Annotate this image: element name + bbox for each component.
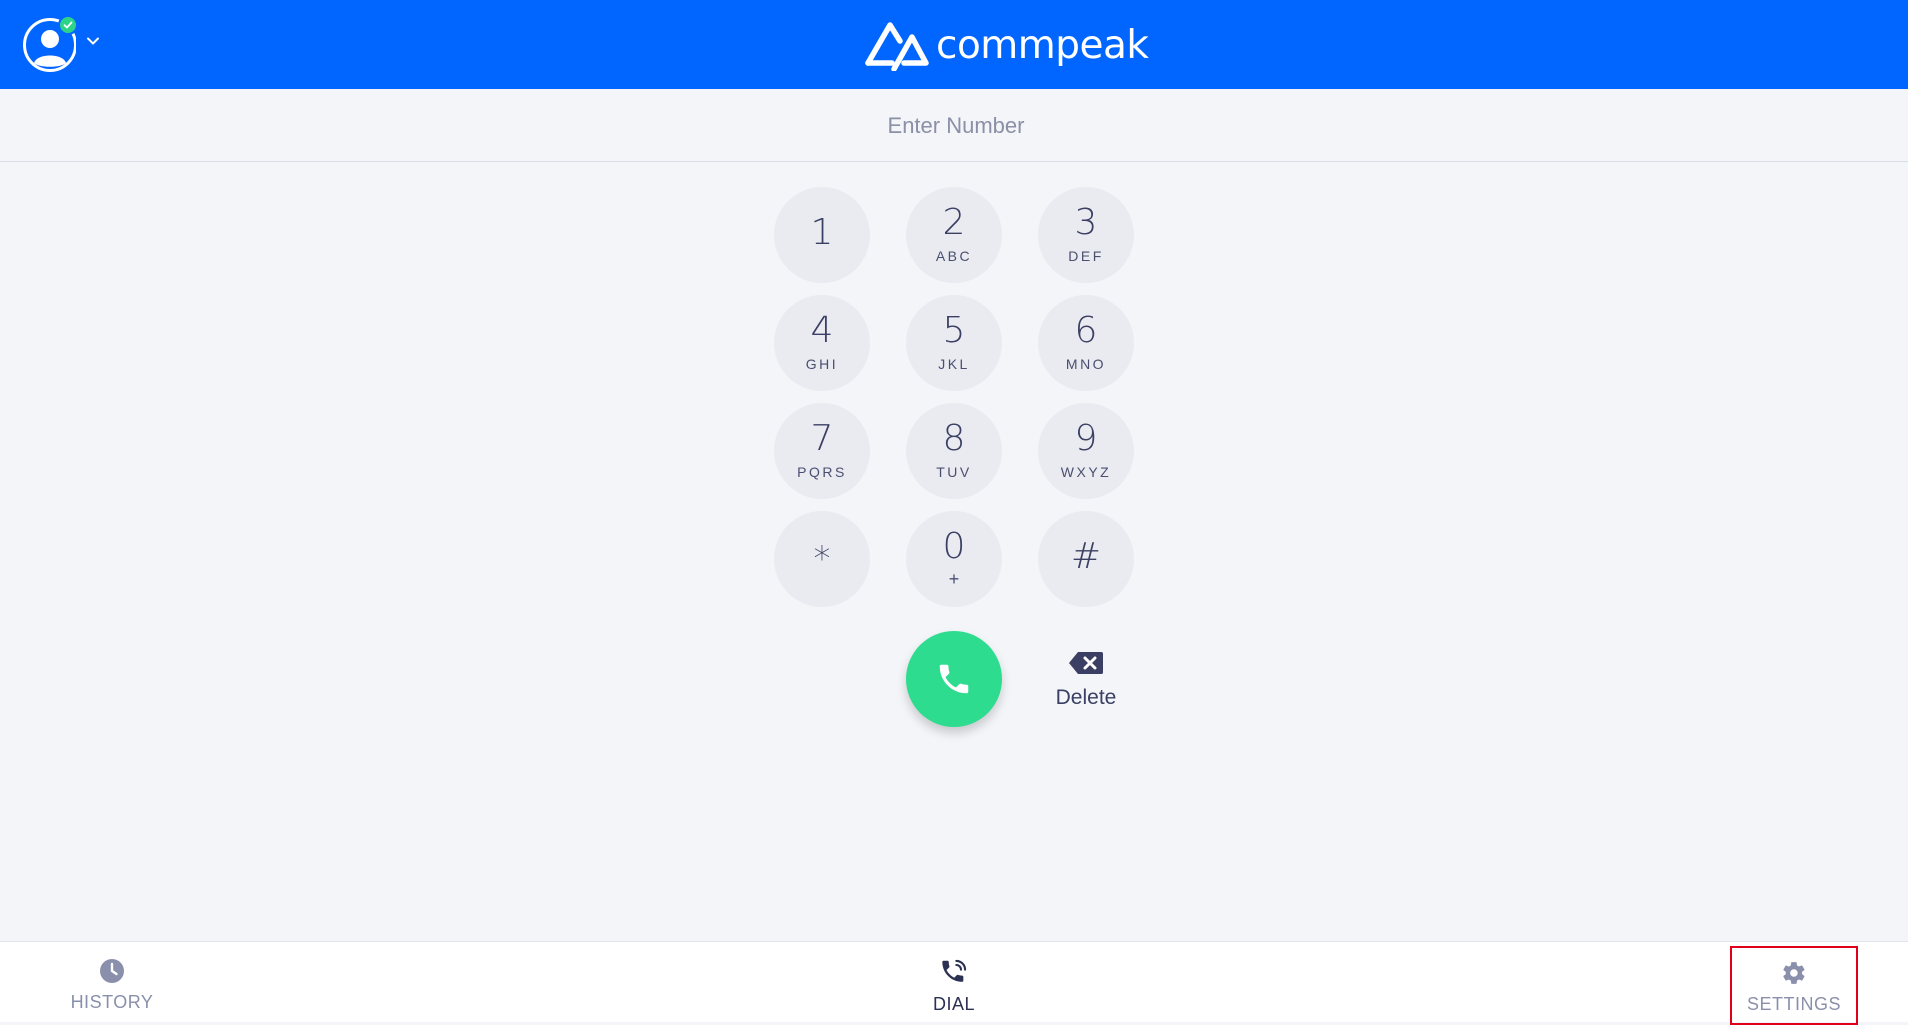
key-digit: * <box>813 539 831 579</box>
key-2[interactable]: 2 ABC <box>906 187 1002 283</box>
key-digit: 4 <box>810 310 834 351</box>
key-letters: MNO <box>1065 356 1107 372</box>
key-digit: # <box>1070 536 1102 577</box>
user-avatar[interactable] <box>22 15 80 73</box>
commpeak-logo-icon <box>865 22 929 71</box>
key-9[interactable]: 9 WXYZ <box>1038 403 1134 499</box>
brand-logo: commpeak <box>864 19 1149 71</box>
nav-history-label: HISTORY <box>70 992 154 1012</box>
key-digit: 3 <box>1074 202 1098 243</box>
key-digit: 1 <box>810 212 834 253</box>
key-letters: WXYZ <box>1060 464 1112 480</box>
delete-button[interactable]: Delete <box>1040 646 1132 714</box>
chevron-down-icon[interactable] <box>86 36 100 46</box>
nav-history[interactable]: HISTORY <box>52 942 172 1022</box>
number-entry-bar <box>0 89 1908 163</box>
gear-icon <box>1783 962 1805 984</box>
key-letters: GHI <box>805 356 839 372</box>
key-digit: 9 <box>1074 418 1098 459</box>
key-digit: 6 <box>1074 310 1098 351</box>
phone-number-input[interactable] <box>0 89 1908 163</box>
key-8[interactable]: 8 TUV <box>906 403 1002 499</box>
key-4[interactable]: 4 GHI <box>774 295 870 391</box>
key-6[interactable]: 6 MNO <box>1038 295 1134 391</box>
check-icon <box>63 21 73 29</box>
status-online-badge <box>58 15 78 35</box>
key-letters: JKL <box>938 356 970 372</box>
call-button[interactable] <box>906 631 1002 727</box>
key-5[interactable]: 5 JKL <box>906 295 1002 391</box>
key-7[interactable]: 7 PQRS <box>774 403 870 499</box>
top-bar: commpeak <box>0 0 1908 89</box>
brand-name: commpeak <box>936 22 1149 68</box>
phone-icon <box>939 664 969 694</box>
bottom-nav: HISTORY DIAL SETTINGS <box>0 941 1908 1025</box>
backspace-icon <box>1069 652 1103 674</box>
nav-dial-label: DIAL <box>932 994 976 1014</box>
key-3[interactable]: 3 DEF <box>1038 187 1134 283</box>
key-0[interactable]: 0 + <box>906 511 1002 607</box>
key-letters: DEF <box>1068 248 1104 264</box>
nav-settings-label: SETTINGS <box>1746 994 1841 1014</box>
key-digit: 0 <box>942 526 966 567</box>
key-1[interactable]: 1 <box>774 187 870 283</box>
key-digit: 5 <box>942 310 966 351</box>
key-letters: TUV <box>936 464 972 480</box>
phone-call-icon <box>942 959 967 982</box>
key-digit: 7 <box>810 418 834 459</box>
nav-dial[interactable]: DIAL <box>894 942 1014 1022</box>
key-digit: 2 <box>942 202 966 243</box>
nav-settings[interactable]: SETTINGS <box>1730 946 1858 1025</box>
key-letters: PQRS <box>797 464 847 480</box>
delete-label: Delete <box>1055 686 1117 709</box>
clock-icon <box>100 959 124 983</box>
key-hash[interactable]: # <box>1038 511 1134 607</box>
key-letters: + <box>948 569 960 589</box>
key-star[interactable]: * <box>774 511 870 607</box>
key-letters: ABC <box>935 248 973 264</box>
key-digit: 8 <box>942 418 966 459</box>
